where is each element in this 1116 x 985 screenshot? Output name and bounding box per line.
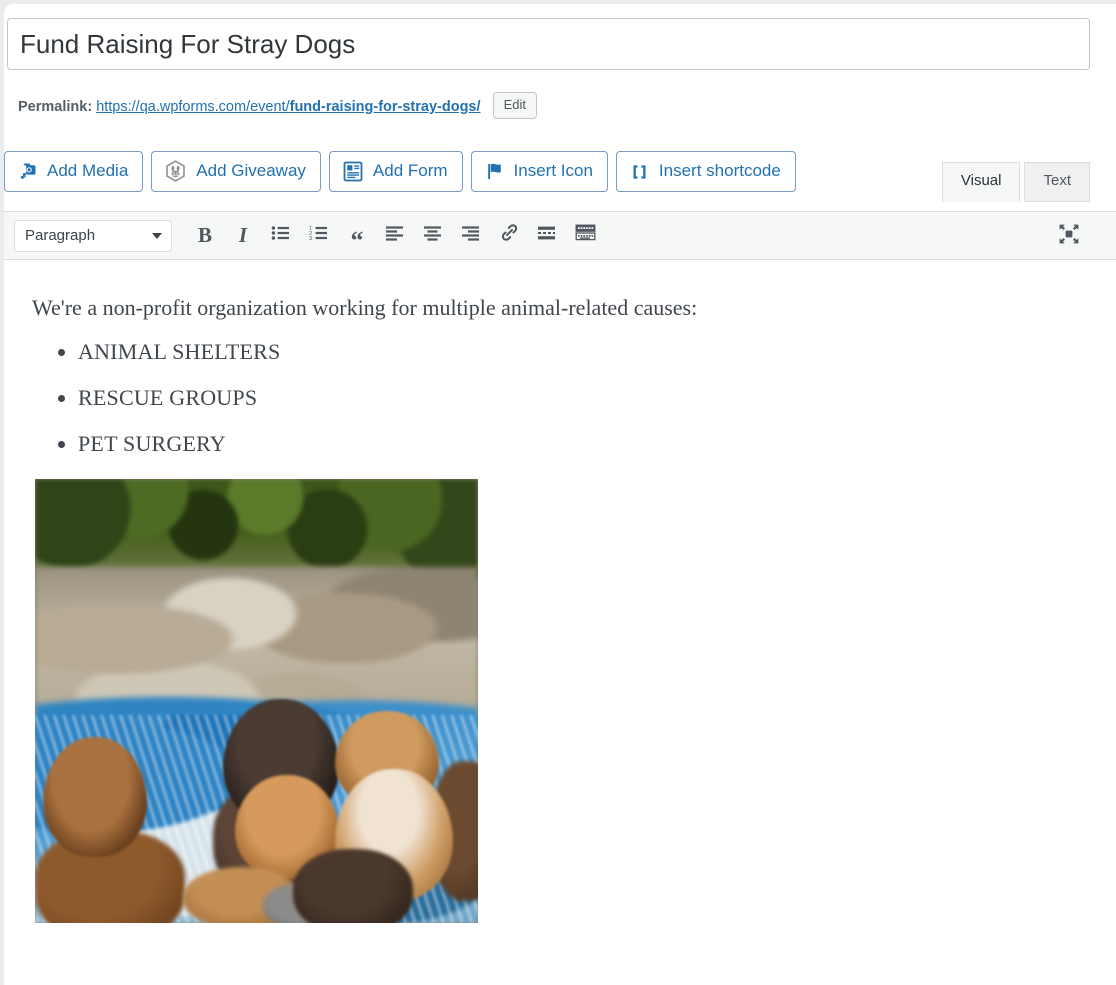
intro-paragraph: We're a non-profit organization working … (32, 295, 1088, 321)
post-title-wrapper (7, 18, 1090, 70)
list-item: PET SURGERY (78, 431, 1088, 457)
brackets-icon (629, 162, 650, 182)
causes-list: ANIMAL SHELTERS RESCUE GROUPS PET SURGER… (32, 339, 1088, 457)
distraction-free-writing-button[interactable] (1052, 220, 1086, 252)
blockquote-button[interactable]: “ (338, 219, 376, 253)
photo-foliage-band (35, 479, 478, 579)
stray-puppies-image[interactable] (35, 479, 478, 923)
flag-icon (484, 161, 505, 182)
numbered-list-button[interactable]: 1 2 3 (300, 219, 338, 253)
post-title-input[interactable] (7, 18, 1090, 70)
bold-button[interactable]: B (186, 219, 224, 253)
insert-icon-label: Insert Icon (514, 162, 593, 181)
italic-button[interactable]: I (224, 219, 262, 253)
permalink-label: Permalink: (18, 99, 92, 115)
numbered-list-icon: 1 2 3 (309, 225, 329, 247)
align-center-button[interactable] (414, 219, 452, 253)
editor-mode-tabs: Visual Text (938, 162, 1090, 202)
post-editor-page: Permalink: https://qa.wpforms.com/event/… (4, 4, 1116, 985)
align-center-icon (423, 225, 443, 247)
insert-link-button[interactable] (490, 219, 528, 253)
read-more-button[interactable] (528, 219, 566, 253)
permalink-row: Permalink: https://qa.wpforms.com/event/… (18, 92, 537, 119)
read-more-icon (537, 225, 557, 247)
add-form-button[interactable]: Add Form (329, 151, 463, 192)
bulleted-list-button[interactable] (262, 219, 300, 253)
align-left-icon (385, 225, 405, 247)
list-item: ANIMAL SHELTERS (78, 339, 1088, 365)
editor-content-area[interactable]: We're a non-profit organization working … (4, 261, 1116, 985)
tab-text[interactable]: Text (1024, 162, 1090, 202)
rafflepress-rabbit-hexagon-icon (164, 160, 187, 184)
add-giveaway-button[interactable]: Add Giveaway (151, 151, 321, 192)
permalink-base-url: https://qa.wpforms.com/event/ (96, 99, 289, 115)
add-media-label: Add Media (47, 162, 128, 181)
format-select-value: Paragraph (25, 227, 95, 244)
photo-puppy-dark-front (293, 849, 413, 923)
photo-puppy-brown-left (43, 737, 147, 857)
media-camera-music-icon (17, 161, 38, 182)
tab-visual[interactable]: Visual (942, 162, 1021, 202)
bulleted-list-icon (271, 225, 291, 247)
formatting-toolbar: Paragraph B I 1 2 3 “ (4, 211, 1116, 260)
add-giveaway-label: Add Giveaway (196, 162, 306, 181)
fullscreen-expand-icon (1058, 223, 1080, 250)
permalink-link[interactable]: https://qa.wpforms.com/event/fund-raisin… (96, 99, 480, 115)
insert-shortcode-button[interactable]: Insert shortcode (616, 151, 796, 192)
form-clipboard-icon (342, 160, 364, 183)
edit-permalink-button[interactable]: Edit (493, 92, 537, 119)
link-chain-icon (499, 222, 520, 249)
insert-shortcode-label: Insert shortcode (659, 162, 781, 181)
align-right-icon (461, 225, 481, 247)
list-item: RESCUE GROUPS (78, 385, 1088, 411)
toolbar-toggle-button[interactable] (566, 219, 604, 253)
insert-icon-button[interactable]: Insert Icon (471, 151, 608, 192)
chevron-down-icon (152, 233, 162, 239)
align-right-button[interactable] (452, 219, 490, 253)
align-left-button[interactable] (376, 219, 414, 253)
permalink-slug: fund-raising-for-stray-dogs/ (290, 99, 481, 115)
add-media-button[interactable]: Add Media (4, 151, 143, 192)
paragraph-format-select[interactable]: Paragraph (14, 220, 172, 252)
svg-text:3: 3 (309, 236, 312, 241)
keyboard-toolbar-toggle-icon (575, 224, 596, 247)
add-form-label: Add Form (373, 162, 448, 181)
